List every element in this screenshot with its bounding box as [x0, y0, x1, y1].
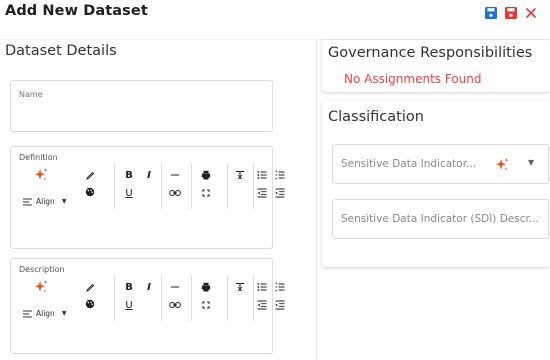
chevron-down-icon: ▼: [61, 310, 67, 317]
indent-icon[interactable]: [274, 187, 286, 199]
page-title: Add New Dataset: [5, 3, 148, 19]
save-icon[interactable]: [484, 6, 498, 20]
link-icon[interactable]: [169, 299, 181, 311]
clear-format-icon[interactable]: [234, 281, 246, 293]
header-actions: [484, 6, 538, 20]
outdent-icon[interactable]: [256, 299, 268, 311]
palette-icon[interactable]: [84, 298, 96, 310]
toolbar-divider: [253, 275, 254, 321]
align-dropdown[interactable]: Align ▼: [23, 309, 66, 318]
definition-label: Definition: [19, 153, 58, 162]
save-draft-icon[interactable]: [504, 6, 518, 20]
toolbar-divider: [191, 275, 192, 321]
align-left-icon: [23, 310, 32, 317]
numbered-list-icon[interactable]: [274, 169, 286, 181]
align-dropdown[interactable]: Align ▼: [23, 197, 66, 206]
column-divider: [316, 40, 317, 360]
toolbar-divider: [114, 275, 115, 321]
sdi-description-field[interactable]: Sensitive Data Indicator (SDI) Descr...: [332, 199, 549, 239]
no-assignments-message: No Assignments Found: [344, 72, 482, 86]
dataset-details-title: Dataset Details: [5, 43, 117, 59]
toolbar-divider: [191, 163, 192, 209]
classification-panel: Classification Sensitive Data Indicator.…: [322, 101, 550, 267]
bulleted-list-icon[interactable]: [256, 169, 268, 181]
horizontal-rule-icon[interactable]: [169, 281, 181, 293]
outdent-icon[interactable]: [256, 187, 268, 199]
italic-button[interactable]: I: [143, 281, 155, 293]
toolbar-divider: [253, 163, 254, 209]
chevron-down-icon: ▼: [61, 198, 67, 205]
description-editor[interactable]: Description Align ▼ B I U: [10, 258, 285, 354]
pen-icon[interactable]: [84, 170, 96, 182]
align-label: Align: [36, 309, 55, 318]
align-label: Align: [36, 197, 55, 206]
link-icon[interactable]: [169, 187, 181, 199]
sdi-select[interactable]: Sensitive Data Indicator... ▼: [332, 144, 549, 184]
sdi-placeholder: Sensitive Data Indicator...: [341, 158, 477, 170]
name-field[interactable]: Name: [10, 80, 273, 132]
numbered-list-icon[interactable]: [274, 281, 286, 293]
print-icon[interactable]: [200, 281, 212, 293]
underline-button[interactable]: U: [123, 299, 135, 311]
fullscreen-icon[interactable]: [200, 187, 212, 199]
toolbar-divider: [227, 275, 228, 321]
toolbar-divider: [161, 275, 162, 321]
bulleted-list-icon[interactable]: [256, 281, 268, 293]
palette-icon[interactable]: [84, 186, 96, 198]
indent-icon[interactable]: [274, 299, 286, 311]
bold-button[interactable]: B: [123, 281, 135, 293]
sdi-description-placeholder: Sensitive Data Indicator (SDI) Descr...: [341, 213, 539, 225]
toolbar-divider: [114, 163, 115, 209]
ai-sparkle-icon[interactable]: [33, 279, 49, 295]
underline-button[interactable]: U: [123, 187, 135, 199]
clear-format-icon[interactable]: [234, 169, 246, 181]
governance-panel: Governance Responsibilities No Assignmen…: [322, 40, 550, 92]
bold-button[interactable]: B: [123, 169, 135, 181]
fullscreen-icon[interactable]: [200, 299, 212, 311]
chevron-down-icon[interactable]: ▼: [528, 158, 534, 167]
header-bar: Add New Dataset: [0, 0, 550, 40]
close-icon[interactable]: [524, 6, 538, 20]
toolbar-divider: [161, 163, 162, 209]
ai-sparkle-icon[interactable]: [494, 157, 510, 173]
name-label: Name: [19, 90, 43, 99]
definition-editor[interactable]: Definition Align ▼ B I U: [10, 146, 285, 249]
ai-sparkle-icon[interactable]: [33, 167, 49, 183]
governance-title: Governance Responsibilities: [328, 45, 533, 61]
toolbar-divider: [227, 163, 228, 209]
description-label: Description: [19, 265, 65, 274]
align-left-icon: [23, 198, 32, 205]
italic-button[interactable]: I: [143, 169, 155, 181]
pen-icon[interactable]: [84, 282, 96, 294]
horizontal-rule-icon[interactable]: [169, 169, 181, 181]
print-icon[interactable]: [200, 169, 212, 181]
classification-title: Classification: [328, 109, 424, 125]
